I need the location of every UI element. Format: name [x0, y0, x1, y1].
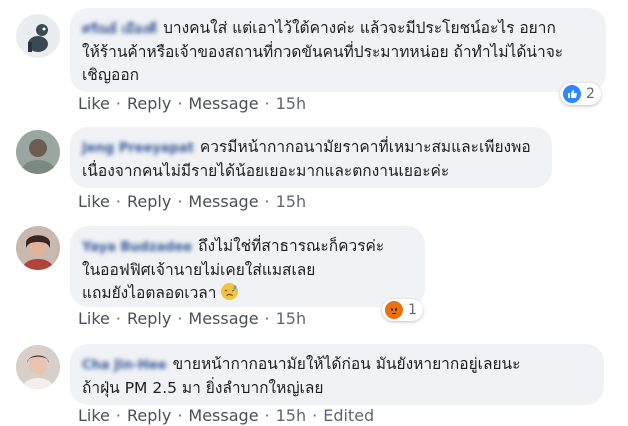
avatar[interactable] [16, 130, 60, 174]
separator: · [177, 192, 183, 211]
separator: · [264, 309, 270, 328]
comment-bubble: ศรัณย์ เมืองดี บางคนใส่ แต่เอาไว้ใต้คางค่… [70, 8, 606, 92]
author-name[interactable]: Yaya Budzadee [82, 236, 192, 259]
comment-text: เนื่องจากคนไม่มีรายได้น้อยเยอะมากและตกงา… [82, 162, 450, 180]
separator: · [264, 406, 270, 425]
comment-text: เชิญออก [82, 66, 140, 84]
separator: · [264, 94, 270, 113]
like-icon [563, 85, 581, 103]
separator: · [115, 406, 121, 425]
separator: · [177, 406, 183, 425]
timestamp[interactable]: 15h [276, 406, 307, 425]
separator: · [264, 192, 270, 211]
comment-bubble: Jeng Preeyapat ควรมีหน้ากากอนามัยราคาที่เ… [70, 127, 552, 188]
timestamp[interactable]: 15h [276, 309, 307, 328]
avatar[interactable] [16, 14, 60, 58]
reaction-count: 2 [586, 86, 595, 102]
comment-actions: Like · Reply · Message · 15h · Edited [78, 406, 374, 425]
avatar[interactable] [16, 226, 60, 270]
comment-actions: Like · Reply · Message · 15h [78, 94, 306, 113]
reaction-count: 1 [408, 302, 417, 318]
timestamp[interactable]: 15h [276, 192, 307, 211]
author-name[interactable]: ศรัณย์ เมืองดี [82, 18, 157, 41]
comment-text: ถึงไม่ใช่ที่สาธารณะก็ควรค่ะ [198, 237, 385, 255]
timestamp[interactable]: 15h [276, 94, 307, 113]
comment-text: ในออฟฟิศเจ้านายไม่เคยใส่แมสเลย [82, 261, 316, 279]
reply-link[interactable]: Reply [127, 406, 171, 425]
downcast-face-emoji [220, 283, 238, 300]
avatar[interactable] [16, 345, 60, 389]
comment-text: ควรมีหน้ากากอนามัยราคาที่เหมาะสมและเพียง… [199, 138, 531, 156]
reaction-summary[interactable]: 2 [560, 83, 601, 105]
like-link[interactable]: Like [78, 192, 110, 211]
reply-link[interactable]: Reply [127, 192, 171, 211]
comment-actions: Like · Reply · Message · 15h [78, 192, 306, 211]
separator: · [115, 309, 121, 328]
separator: · [177, 309, 183, 328]
angry-icon [385, 301, 403, 319]
comment-text: บางคนใส่ แต่เอาไว้ใต้คางค่ะ แล้วจะมีประโ… [163, 19, 556, 37]
reply-link[interactable]: Reply [127, 309, 171, 328]
comment-bubble: Yaya Budzadee ถึงไม่ใช่ที่สาธารณะก็ควรค่ะ… [70, 226, 425, 307]
separator: · [115, 192, 121, 211]
comment-text: ถ้าฝุ่น PM 2.5 มา ยิ่งลำบากใหญ่เลย [82, 379, 324, 397]
comment-bubble: Cha Jin-Hee ขายหน้ากากอนามัยให้ได้ก่อน มั… [70, 344, 604, 405]
like-link[interactable]: Like [78, 406, 110, 425]
separator: · [115, 94, 121, 113]
message-link[interactable]: Message [188, 406, 258, 425]
message-link[interactable]: Message [188, 192, 258, 211]
like-link[interactable]: Like [78, 94, 110, 113]
separator: · [312, 406, 318, 425]
like-link[interactable]: Like [78, 309, 110, 328]
reaction-summary[interactable]: 1 [382, 299, 423, 321]
separator: · [177, 94, 183, 113]
comment-text: ให้ร้านค้าหรือเจ้าของสถานที่กวดขันคนที่ป… [82, 43, 564, 61]
comment-actions: Like · Reply · Message · 15h [78, 309, 306, 328]
comment-text: ขายหน้ากากอนามัยให้ได้ก่อน มันยังหายากอย… [172, 355, 521, 373]
reply-link[interactable]: Reply [127, 94, 171, 113]
author-name[interactable]: Cha Jin-Hee [82, 354, 167, 377]
author-name[interactable]: Jeng Preeyapat [82, 137, 194, 160]
edited-label[interactable]: Edited [323, 406, 374, 425]
message-link[interactable]: Message [188, 94, 258, 113]
message-link[interactable]: Message [188, 309, 258, 328]
comment-text: แถมยังไอตลอดเวลา [82, 284, 217, 302]
